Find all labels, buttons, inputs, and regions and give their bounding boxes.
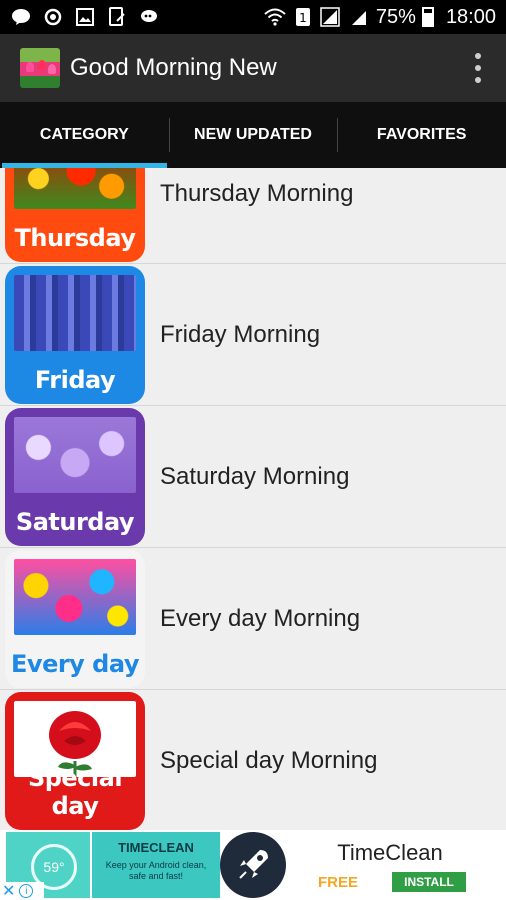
list-item-saturday[interactable]: Saturday Saturday Morning [0,406,506,548]
svg-text:1: 1 [299,11,307,25]
special-day-thumbnail: Special day [5,692,145,830]
saturday-badge: Saturday [15,508,135,536]
overflow-menu-icon [475,53,481,59]
friday-thumbnail: Friday [5,266,145,404]
gerbera-image [14,559,136,635]
device-icon [106,7,128,27]
sim-1-icon: 1 [292,7,314,27]
every-day-title: Every day Morning [160,604,361,632]
chat-icon [138,7,160,27]
signal-2-icon [348,7,370,27]
tulip-image [14,168,136,209]
every-day-thumbnail: Every day [5,550,145,688]
friday-badge: Friday [34,366,116,394]
crocus-image [14,417,136,493]
special-day-badge: Special day [27,764,123,820]
app-bar: Good Morning New [0,34,506,102]
ad-title: TimeClean [337,840,443,865]
list-item-special-day[interactable]: Special day Special day Morning [0,690,506,830]
gallery-icon [74,7,96,27]
app-title: Good Morning New [70,54,277,81]
line-app-icon [10,7,32,27]
thursday-thumbnail: Thursday [5,168,145,262]
battery-icon [421,7,434,27]
signal-icon [320,7,342,27]
saturday-title: Saturday Morning [160,462,350,490]
ad-brand: TIMECLEAN [118,840,194,855]
thursday-badge: Thursday [14,224,136,252]
tab-bar: CATEGORY NEW UPDATED FAVORITES [0,102,506,168]
list-item-every-day[interactable]: Every day Every day Morning [0,548,506,690]
saturday-thumbnail: Saturday [5,408,145,546]
app-logo [20,48,60,88]
ad-tagline: Keep your Android clean, safe and fast! [105,860,207,881]
category-list[interactable]: Thursday Thursday Morning Friday Friday … [0,168,506,830]
hyacinth-image [14,275,136,351]
friday-title: Friday Morning [160,320,321,348]
overflow-menu-button[interactable] [466,48,490,88]
every-day-badge: Every day [11,650,139,678]
ad-install-button[interactable]: INSTALL [392,872,466,892]
tab-new-updated[interactable]: NEW UPDATED [168,102,338,168]
list-item-friday[interactable]: Friday Friday Morning [0,264,506,406]
ad-image-banner: TIMECLEAN Keep your Android clean, safe … [92,832,220,898]
tab-category[interactable]: CATEGORY [0,102,169,168]
battery-percentage: 75% [375,5,416,28]
special-day-title: Special day Morning [160,746,378,774]
ad-info-icon[interactable]: i [19,884,34,898]
tab-favorites[interactable]: FAVORITES [337,102,506,168]
wifi-icon [264,7,286,27]
status-bar: 1 75% 18:00 [0,0,506,34]
list-item-thursday[interactable]: Thursday Thursday Morning [0,168,506,264]
banner-ad[interactable]: 59° TIMECLEAN Keep your Android clean, s… [0,830,506,900]
ad-choices[interactable]: ✕ i [0,882,44,900]
clock: 18:00 [445,5,496,28]
sync-icon [42,7,64,27]
ad-free-label: FREE [318,874,359,891]
thursday-title: Thursday Morning [160,180,354,207]
ad-close-icon[interactable]: ✕ [2,881,15,900]
rocket-icon [220,832,286,898]
